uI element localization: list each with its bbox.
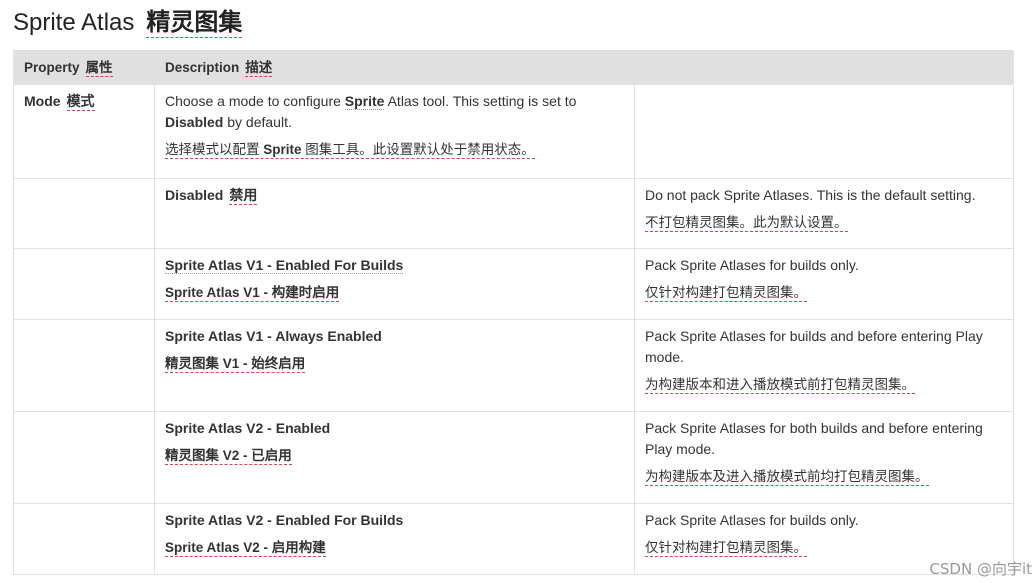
option-name-cell: Sprite Atlas V1 - Enabled For Builds Spr…: [154, 248, 635, 320]
option-name-cell: Sprite Atlas V2 - Enabled 精灵图集 V2 - 已启用: [154, 411, 635, 504]
table-row-option: Sprite Atlas V1 - Always Enabled 精灵图集 V1…: [13, 319, 1015, 412]
option-description-cell: Pack Sprite Atlases for builds only. 仅针对…: [633, 248, 1015, 320]
mode-description-en: Choose a mode to configure Sprite Atlas …: [165, 93, 577, 130]
page-title-zh: 精灵图集: [146, 9, 243, 38]
property-cell: Mode 模式: [13, 84, 155, 179]
empty-cell: [13, 411, 155, 504]
option-name-cell: Sprite Atlas V1 - Always Enabled 精灵图集 V1…: [154, 319, 635, 412]
option-description-cell: Do not pack Sprite Atlases. This is the …: [633, 178, 1015, 249]
empty-cell: [633, 84, 1015, 179]
option-name-cell: Sprite Atlas V2 - Enabled For Builds Spr…: [154, 503, 635, 575]
table-row-mode: Mode 模式 Choose a mode to configure Sprite…: [13, 84, 1015, 179]
empty-cell: [13, 178, 155, 249]
option-description-cell: Pack Sprite Atlases for builds and befor…: [633, 319, 1015, 412]
property-table: Property 属性 Description 描述 Mode 模式 Choose a…: [13, 50, 1015, 575]
table-header-row: Property 属性 Description 描述: [13, 50, 1015, 85]
property-label-zh: 模式: [66, 93, 95, 111]
page-title: Sprite Atlas 精灵图集: [13, 6, 243, 40]
mode-description-zh: 选择模式以配置 Sprite 图集工具。此设置默认处于禁用状态。: [165, 142, 535, 159]
page-title-en: Sprite Atlas: [13, 9, 135, 36]
table-row-option: Sprite Atlas V2 - Enabled 精灵图集 V2 - 已启用 …: [13, 411, 1015, 504]
header-property: Property 属性: [13, 50, 155, 85]
option-description-cell: Pack Sprite Atlases for both builds and …: [633, 411, 1015, 504]
description-cell: Choose a mode to configure Sprite Atlas …: [154, 84, 635, 179]
header-description-zh: 描述: [245, 60, 273, 77]
table-row-option: Disabled 禁用 Do not pack Sprite Atlases. T…: [13, 178, 1015, 249]
empty-cell: [13, 503, 155, 575]
option-name-cell: Disabled 禁用: [154, 178, 635, 249]
watermark: CSDN @向宇it: [929, 560, 1032, 578]
table-row-option: Sprite Atlas V2 - Enabled For Builds Spr…: [13, 503, 1015, 575]
empty-cell: [13, 248, 155, 320]
empty-cell: [13, 319, 155, 412]
header-property-zh: 属性: [85, 60, 113, 77]
header-description: Description 描述: [153, 50, 1015, 85]
table-row-option: Sprite Atlas V1 - Enabled For Builds Spr…: [13, 248, 1015, 320]
